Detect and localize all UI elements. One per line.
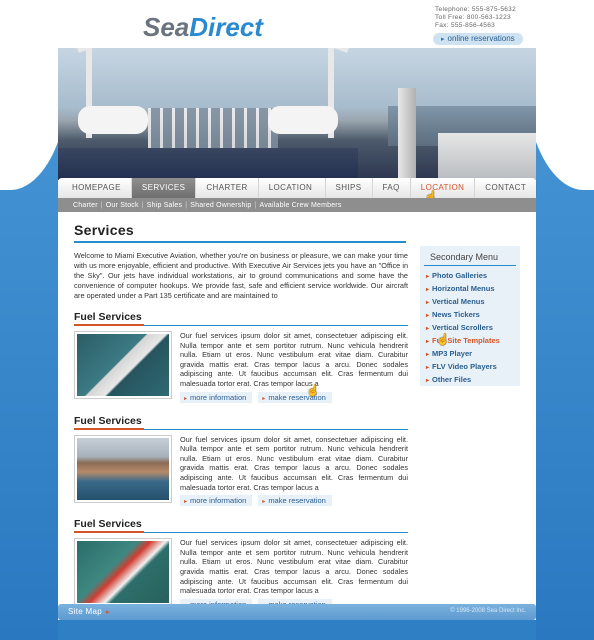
section-text: Our fuel services ipsum dolor sit amet, …: [180, 331, 408, 388]
sidebar-item-label: Vertical Menus: [432, 297, 485, 306]
sidebar-item-photo-galleries[interactable]: ▸ Photo Galleries: [426, 269, 514, 282]
page-container: SeaDirect Telephone: 555-875-5632 Toll F…: [58, 0, 536, 640]
arrow-right-icon: ▸: [426, 300, 430, 306]
subnav-item-ship-sales[interactable]: Ship Sales: [144, 202, 185, 209]
hero-deck: [58, 148, 358, 180]
sidebar-item-vertical-menus[interactable]: ▸ Vertical Menus: [426, 295, 514, 308]
arrow-right-icon: ▸: [426, 326, 430, 332]
arrow-right-icon: ▸: [105, 609, 110, 616]
make-reservation-link[interactable]: ▸make reservation: [258, 495, 332, 507]
subnav-item-crew-members[interactable]: Available Crew Members: [256, 202, 344, 209]
page-title: Services: [74, 222, 406, 243]
arrow-right-icon: ▸: [426, 274, 430, 280]
section-text: Our fuel services ipsum dolor sit amet, …: [180, 538, 408, 596]
toll-free: Toll Free: 800-563-1223: [435, 14, 511, 21]
sidebar-item-mp3-player[interactable]: ▸ MP3 Player: [426, 347, 514, 360]
sidebar-item-label: Other Files: [432, 375, 472, 384]
page-bottom: [58, 620, 536, 640]
contact-info: Telephone: 555-875-5632 Toll Free: 800-5…: [435, 6, 516, 30]
sitemap-link[interactable]: Site Map ▸: [68, 607, 110, 616]
arrow-right-icon: ▸: [262, 499, 266, 506]
sidebar-item-label: Horizontal Menus: [432, 284, 495, 293]
hand-pointer-icon: ☝: [436, 334, 450, 346]
telephone: Telephone: 555-875-5632: [435, 6, 516, 13]
subnav-item-charter[interactable]: Charter: [70, 202, 101, 209]
hero-railing: [148, 108, 278, 148]
fax: Fax: 555-856-4563: [435, 22, 496, 29]
section-title: Fuel Services: [74, 311, 408, 326]
more-information-label: more information: [190, 392, 247, 402]
sitemap-label: Site Map: [68, 607, 102, 616]
boat-photo: [77, 334, 169, 396]
sidebar-item-label: MP3 Player: [432, 349, 473, 358]
service-section: Fuel Services Our fuel services ipsum do…: [74, 415, 408, 507]
service-section: Fuel Services Our fuel services ipsum do…: [74, 518, 408, 610]
arrow-right-icon: ▸: [184, 499, 188, 506]
hero-image: [58, 48, 536, 180]
more-information-link[interactable]: ▸more information: [180, 391, 253, 403]
main-nav: HOMEPAGE SERVICES CHARTER LOCATION INFO …: [58, 178, 536, 212]
sidebar-item-horizontal-menus[interactable]: ▸ Horizontal Menus: [426, 282, 514, 295]
main-content: Services Welcome to Miami Executive Avia…: [74, 222, 408, 610]
section-thumbnail[interactable]: [74, 434, 172, 503]
more-information-link[interactable]: ▸more information: [180, 495, 253, 507]
make-reservation-label: make reservation: [268, 496, 326, 506]
more-information-label: more information: [190, 496, 247, 506]
sidebar-item-other-files[interactable]: ▸ Other Files: [426, 373, 514, 386]
logo[interactable]: SeaDirect: [143, 12, 303, 52]
header: SeaDirect Telephone: 555-875-5632 Toll F…: [58, 0, 536, 180]
online-reservations-button[interactable]: ▸ online reservations: [433, 33, 523, 45]
arrow-right-icon: ▸: [262, 395, 266, 402]
hero-building: [438, 133, 536, 180]
secondary-menu: Secondary Menu ▸ Photo Galleries ▸ Horizon…: [420, 246, 520, 386]
section-title: Fuel Services: [74, 415, 408, 430]
arrow-right-icon: ▸: [426, 339, 430, 345]
nav-item-location-info[interactable]: LOCATION INFO: [259, 178, 326, 212]
nav-item-faq[interactable]: FAQ: [373, 178, 411, 198]
arrow-right-icon: ▸: [426, 287, 430, 293]
online-reservations-label: online reservations: [447, 34, 515, 43]
subnav-item-our-stock[interactable]: Our Stock: [103, 202, 142, 209]
nav-item-homepage[interactable]: HOMEPAGE: [62, 178, 132, 198]
sub-nav: Charter | Our Stock | Ship Sales | Shared O…: [58, 198, 536, 212]
nav-item-contact-us[interactable]: CONTACT US: [475, 178, 536, 212]
harbor-photo: [77, 437, 169, 500]
arrow-right-icon: ▸: [184, 395, 188, 402]
hand-pointer-icon: ☝: [306, 385, 320, 397]
service-section: Fuel Services Our fuel services ipsum do…: [74, 311, 408, 403]
arrow-right-icon: ▸: [426, 378, 430, 384]
section-text: Our fuel services ipsum dolor sit amet, …: [180, 434, 408, 492]
sidebar-item-label: Photo Galleries: [432, 271, 488, 280]
footer: Site Map ▸ © 1996-2008 Sea Direct Inc.: [58, 604, 536, 620]
arrow-right-icon: ▸: [441, 36, 445, 43]
arrow-right-icon: ▸: [426, 352, 430, 358]
tugboat-photo: [77, 541, 169, 604]
sidebar-item-label: Vertical Scrollers: [432, 323, 493, 332]
section-thumbnail[interactable]: [74, 331, 172, 399]
logo-part-sea: Sea: [143, 12, 190, 42]
sidebar-item-label: FLV Video Players: [432, 362, 497, 371]
copyright: © 1996-2008 Sea Direct Inc.: [450, 608, 526, 614]
sidebar-item-news-tickers[interactable]: ▸ News Tickers: [426, 308, 514, 321]
intro-text: Welcome to Miami Executive Aviation, whe…: [74, 251, 408, 300]
arrow-right-icon: ▸: [426, 365, 430, 371]
hero-pillar: [398, 88, 416, 180]
nav-item-services[interactable]: SERVICES: [131, 178, 197, 198]
logo-part-direct: Direct: [189, 12, 263, 42]
hero-lifeboat: [78, 106, 148, 134]
make-reservation-link[interactable]: ▸make reservation: [258, 391, 332, 403]
nav-item-charter[interactable]: CHARTER: [196, 178, 259, 198]
section-thumbnail[interactable]: [74, 538, 172, 607]
arrow-right-icon: ▸: [426, 313, 430, 319]
sidebar-item-label: News Tickers: [432, 310, 480, 319]
sidebar-item-flv-video-players[interactable]: ▸ FLV Video Players: [426, 360, 514, 373]
hero-crane-arm: [290, 48, 349, 53]
nav-item-ships[interactable]: SHIPS: [326, 178, 373, 198]
subnav-item-shared-ownership[interactable]: Shared Ownership: [187, 202, 254, 209]
hero-lifeboat: [268, 106, 338, 134]
nav-item-location[interactable]: LOCATION: [411, 178, 476, 198]
section-title: Fuel Services: [74, 518, 408, 534]
secondary-menu-title: Secondary Menu: [424, 246, 516, 266]
